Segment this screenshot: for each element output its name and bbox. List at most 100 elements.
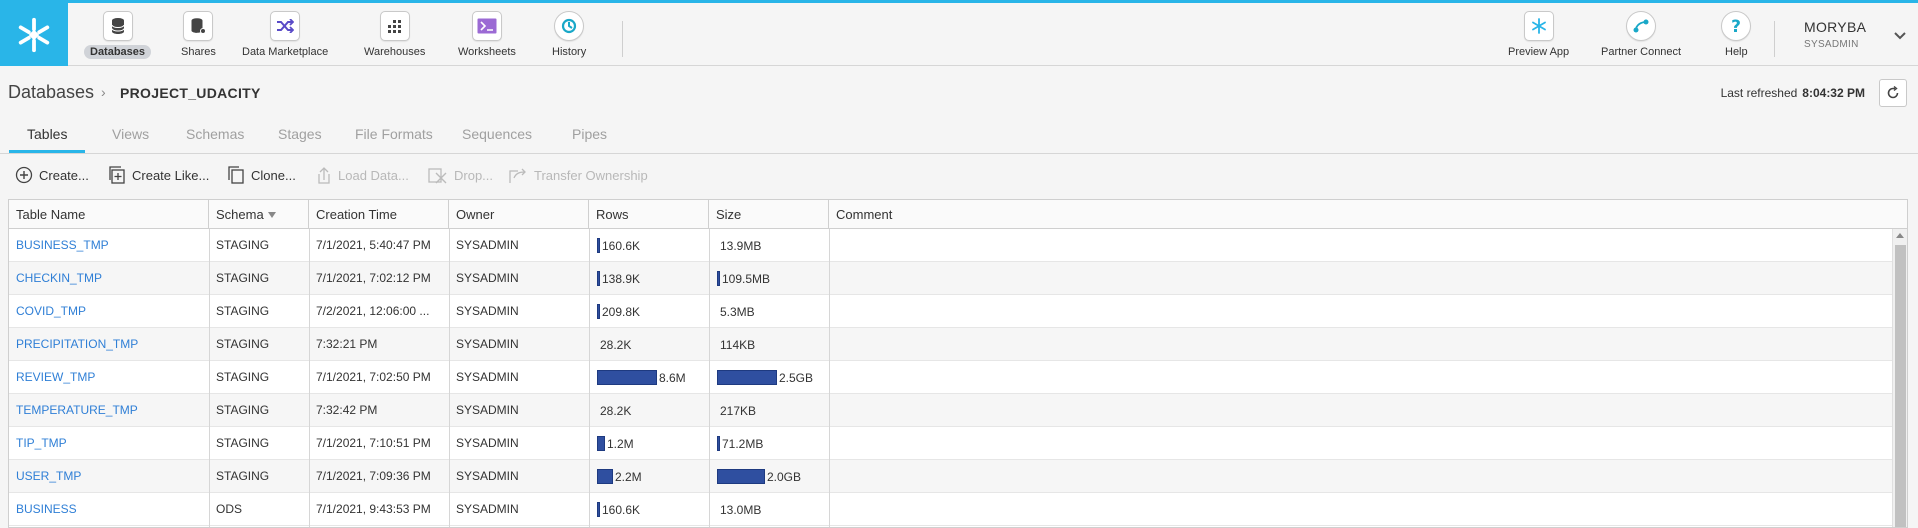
tab-schemas[interactable]: Schemas bbox=[186, 126, 244, 150]
size-cell-bar bbox=[717, 337, 718, 352]
schema-cell: STAGING bbox=[216, 469, 270, 483]
table-name-link[interactable]: USER_TMP bbox=[9, 460, 209, 493]
user-role: SYSADMIN bbox=[1804, 39, 1859, 50]
nav-partner-connect[interactable]: Partner Connect bbox=[1595, 3, 1687, 66]
size-cell-value: 114KB bbox=[720, 337, 756, 352]
scroll-up-arrow-icon[interactable] bbox=[1896, 233, 1904, 238]
creation-time-cell: 7/1/2021, 7:10:51 PM bbox=[316, 436, 431, 450]
tab-pipes[interactable]: Pipes bbox=[572, 126, 607, 150]
table-row[interactable]: BUSINESS ODS 7/1/2021, 9:43:53 PM SYSADMIN 1… bbox=[9, 493, 1892, 526]
last-refreshed: Last refreshed 8:04:32 PM bbox=[1721, 86, 1865, 100]
user-name[interactable]: MORYBA bbox=[1804, 19, 1866, 35]
size-cell-value: 13.0MB bbox=[720, 502, 762, 517]
table-name-link[interactable]: BUSINESS_TMP bbox=[9, 229, 209, 262]
create-like-label: Create Like... bbox=[132, 167, 210, 183]
nav-warehouses[interactable]: Warehouses bbox=[358, 3, 431, 66]
owner-cell: SYSADMIN bbox=[456, 238, 519, 252]
tab-stages[interactable]: Stages bbox=[278, 126, 322, 150]
column-header-creation-time[interactable]: Creation Time bbox=[309, 200, 449, 229]
table-row[interactable]: BUSINESS_TMP STAGING 7/1/2021, 5:40:47 PM S… bbox=[9, 229, 1892, 262]
size-cell: 114KB bbox=[709, 328, 755, 361]
snowflake-logo[interactable] bbox=[0, 3, 68, 66]
transfer-ownership-button[interactable]: Transfer Ownership bbox=[508, 166, 648, 184]
nav-worksheets[interactable]: Worksheets bbox=[452, 3, 522, 66]
snowflake-logo-icon bbox=[18, 17, 50, 52]
creation-time-cell: 7/1/2021, 5:40:47 PM bbox=[316, 238, 431, 252]
nav-help[interactable]: ? Help bbox=[1719, 3, 1754, 66]
rows-cell-bar bbox=[597, 304, 600, 319]
rows-cell: 1.2M bbox=[589, 427, 634, 460]
comment-cell bbox=[829, 493, 1889, 526]
table-row[interactable]: COVID_TMP STAGING 7/2/2021, 12:06:00 ... SY… bbox=[9, 295, 1892, 328]
create-like-button[interactable]: Create Like... bbox=[108, 166, 209, 184]
size-cell-bar bbox=[717, 502, 718, 517]
object-tabs: Tables Views Schemas Stages File Formats… bbox=[0, 118, 1918, 154]
table-name-link[interactable]: CHECKIN_TMP bbox=[9, 262, 209, 295]
size-cell-bar bbox=[717, 436, 720, 451]
table-row[interactable]: TIP_TMP STAGING 7/1/2021, 7:10:51 PM SYSADM… bbox=[9, 427, 1892, 460]
clone-label: Clone... bbox=[251, 167, 296, 183]
nav-divider bbox=[622, 21, 623, 57]
table-name-link[interactable]: TEMPERATURE_TMP bbox=[9, 394, 209, 427]
table-row[interactable]: TEMPERATURE_TMP STAGING 7:32:42 PM SYSADMIN… bbox=[9, 394, 1892, 427]
create-like-icon bbox=[109, 166, 125, 184]
breadcrumb-current: PROJECT_UDACITY bbox=[120, 85, 261, 101]
vertical-scrollbar[interactable] bbox=[1892, 229, 1907, 527]
table-row[interactable]: PRECIPITATION_TMP STAGING 7:32:21 PM SYSADM… bbox=[9, 328, 1892, 361]
rows-cell: 2.2M bbox=[589, 460, 642, 493]
scrollbar-thumb[interactable] bbox=[1895, 245, 1906, 527]
nav-history[interactable]: History bbox=[546, 3, 592, 66]
comment-cell bbox=[829, 295, 1889, 328]
column-divider bbox=[829, 229, 830, 527]
table-row[interactable]: CHECKIN_TMP STAGING 7/1/2021, 7:02:12 PM SY… bbox=[9, 262, 1892, 295]
load-data-button[interactable]: Load Data... bbox=[316, 166, 409, 184]
rows-cell-bar bbox=[597, 469, 613, 484]
chevron-down-icon[interactable] bbox=[1893, 31, 1907, 41]
tab-file-formats[interactable]: File Formats bbox=[355, 126, 433, 150]
creation-time-cell: 7/1/2021, 7:09:36 PM bbox=[316, 469, 431, 483]
table-row[interactable]: REVIEW_TMP STAGING 7/1/2021, 7:02:50 PM SYS… bbox=[9, 361, 1892, 394]
nav-databases[interactable]: Databases bbox=[84, 3, 152, 66]
table-name-link[interactable]: COVID_TMP bbox=[9, 295, 209, 328]
table-name-link[interactable]: PRECIPITATION_TMP bbox=[9, 328, 209, 361]
connect-icon bbox=[1626, 11, 1657, 41]
breadcrumb-databases[interactable]: Databases bbox=[8, 82, 94, 103]
owner-cell: SYSADMIN bbox=[456, 469, 519, 483]
nav-divider bbox=[1774, 21, 1775, 57]
rows-cell: 28.2K bbox=[589, 394, 631, 427]
schema-cell: STAGING bbox=[216, 337, 270, 351]
column-header-rows[interactable]: Rows bbox=[589, 200, 709, 229]
size-cell-bar bbox=[717, 469, 765, 484]
refresh-icon bbox=[1887, 86, 1899, 99]
rows-cell-bar bbox=[597, 502, 600, 517]
owner-cell: SYSADMIN bbox=[456, 436, 519, 450]
nav-data-marketplace[interactable]: Data Marketplace bbox=[236, 3, 334, 66]
tab-tables[interactable]: Tables bbox=[9, 126, 86, 153]
column-header-schema[interactable]: Schema bbox=[209, 200, 309, 229]
table-name-link[interactable]: REVIEW_TMP bbox=[9, 361, 209, 394]
create-button[interactable]: Create... bbox=[15, 166, 89, 184]
nav-shares[interactable]: Shares bbox=[175, 3, 222, 66]
tab-views[interactable]: Views bbox=[112, 126, 149, 150]
rows-cell-bar bbox=[597, 436, 605, 451]
column-divider bbox=[709, 229, 710, 527]
comment-cell bbox=[829, 229, 1889, 262]
tab-sequences[interactable]: Sequences bbox=[462, 126, 532, 150]
nav-preview-app[interactable]: Preview App bbox=[1502, 3, 1575, 66]
size-cell: 2.5GB bbox=[709, 361, 813, 394]
column-header-table-name[interactable]: Table Name bbox=[9, 200, 209, 229]
refresh-button[interactable] bbox=[1879, 79, 1907, 107]
column-header-comment[interactable]: Comment bbox=[829, 200, 1907, 229]
table-name-link[interactable]: TIP_TMP bbox=[9, 427, 209, 460]
clone-button[interactable]: Clone... bbox=[227, 166, 296, 184]
size-cell-value: 2.5GB bbox=[779, 370, 814, 385]
table-row[interactable]: USER_TMP STAGING 7/1/2021, 7:09:36 PM SYSAD… bbox=[9, 460, 1892, 493]
column-header-owner[interactable]: Owner bbox=[449, 200, 589, 229]
column-header-size[interactable]: Size bbox=[709, 200, 829, 229]
owner-cell: SYSADMIN bbox=[456, 271, 519, 285]
load-data-label: Load Data... bbox=[338, 167, 409, 183]
rows-cell-bar bbox=[597, 403, 598, 418]
drop-label: Drop... bbox=[454, 167, 494, 183]
drop-button[interactable]: Drop... bbox=[428, 166, 493, 184]
table-name-link[interactable]: BUSINESS bbox=[9, 493, 209, 526]
